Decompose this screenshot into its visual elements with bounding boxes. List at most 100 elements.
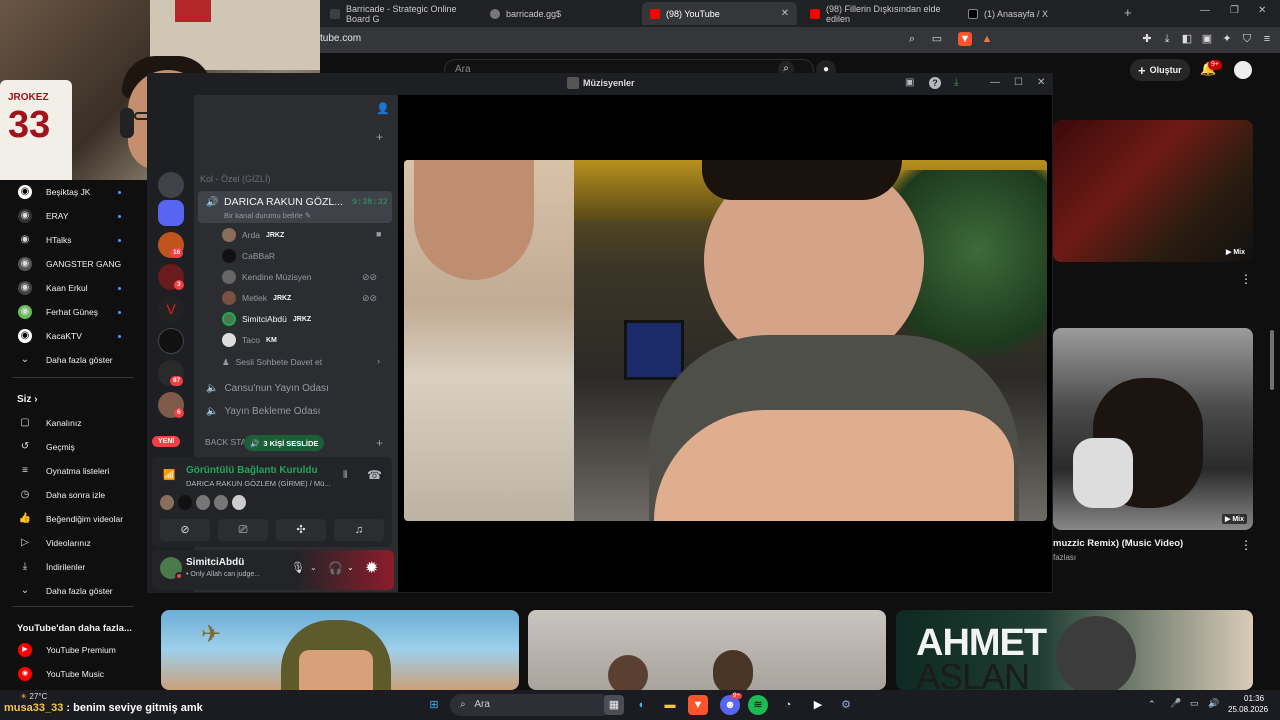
sidebar-item-your-videos[interactable]: ▷ Videolarınız bbox=[0, 531, 146, 555]
video-thumbnail[interactable] bbox=[528, 610, 886, 690]
brave-icon[interactable]: ▼ bbox=[688, 695, 708, 715]
sidebar-item-htalks[interactable]: ◉ HTalks bbox=[0, 228, 146, 252]
popout-icon[interactable]: ▣ bbox=[905, 77, 914, 88]
task-view-icon[interactable]: ▦ bbox=[604, 695, 624, 715]
more-options-icon[interactable]: ⋮ bbox=[1240, 272, 1252, 286]
media-player-icon[interactable]: ▶ bbox=[808, 695, 828, 715]
camera-off-button[interactable]: ⊘ bbox=[160, 519, 210, 541]
activities-button[interactable]: ✣ bbox=[276, 519, 326, 541]
windows-start-icon[interactable]: ⊞ bbox=[424, 695, 444, 715]
microphone-icon[interactable]: 🎙 bbox=[291, 561, 305, 574]
add-channel-icon[interactable]: + bbox=[376, 130, 383, 144]
brave-shield-icon[interactable]: ▼ bbox=[958, 32, 972, 46]
video-title[interactable]: muzzic Remix) (Music Video) bbox=[1053, 538, 1183, 549]
taskbar-search[interactable]: ⌕ Ara bbox=[450, 694, 612, 716]
video-thumbnail[interactable]: ✈ bbox=[161, 610, 519, 690]
menu-icon[interactable]: ≡ bbox=[1260, 32, 1274, 46]
update-download-icon[interactable]: ⤓ bbox=[954, 77, 958, 88]
sidebar-show-more-you[interactable]: ⌄ Daha fazla göster bbox=[0, 579, 146, 603]
scrollbar-thumb[interactable] bbox=[1270, 330, 1274, 390]
cast-icon[interactable]: ▭ bbox=[930, 32, 944, 46]
video-thumbnail[interactable]: ▶ Mix bbox=[1053, 328, 1253, 530]
maximize-icon[interactable]: ☐ bbox=[1014, 77, 1023, 88]
spotify-icon[interactable]: ≋ bbox=[748, 695, 768, 715]
create-button[interactable]: + Oluştur bbox=[1130, 59, 1190, 81]
minimize-icon[interactable]: — bbox=[1200, 5, 1210, 16]
settings-gear-icon[interactable]: ✹ bbox=[365, 558, 378, 578]
you-section-header[interactable]: Siz › bbox=[17, 394, 38, 405]
download-icon[interactable]: ⤓ bbox=[1160, 32, 1174, 46]
add-channel-icon[interactable]: + bbox=[376, 436, 383, 450]
invite-to-voice[interactable]: ♟ Sesli Sohbete Davet et bbox=[222, 353, 322, 371]
voice-member-speaking[interactable]: SimitciAbdü JRKZ bbox=[222, 310, 311, 328]
microphone-icon[interactable]: 🎤 bbox=[1170, 698, 1181, 709]
category-backstage[interactable]: BACK STA bbox=[205, 437, 246, 447]
sidebar-item-eray[interactable]: ◉ ERAY bbox=[0, 204, 146, 228]
minimize-icon[interactable]: — bbox=[990, 77, 1000, 88]
rtc-status[interactable]: Görüntülü Bağlantı Kuruldu bbox=[186, 465, 318, 476]
avatar[interactable] bbox=[1234, 61, 1252, 79]
tab-barricade-gg[interactable]: barricade.gg$ bbox=[482, 2, 632, 25]
url-field[interactable]: tube.com bbox=[320, 33, 361, 44]
chevron-down-icon[interactable]: ⌄ bbox=[310, 563, 317, 572]
sidebar-item-liked-videos[interactable]: 👍 Beğendiğim videolar bbox=[0, 507, 146, 531]
vpn-icon[interactable]: ⛉ bbox=[1240, 32, 1254, 46]
voice-member[interactable]: CaBBaR bbox=[222, 247, 275, 265]
sidebar-item-youtube-premium[interactable]: ▶ YouTube Premium bbox=[0, 638, 146, 662]
disconnect-icon[interactable]: ☎ bbox=[367, 468, 382, 482]
server-icon-active[interactable] bbox=[158, 200, 184, 226]
server-icon[interactable] bbox=[158, 172, 184, 198]
sidebar-item-youtube-music[interactable]: ◉ YouTube Music bbox=[0, 662, 146, 686]
voice-channel-cansu[interactable]: 🔈 Cansu'nun Yayın Odası bbox=[200, 383, 329, 394]
valorant-icon[interactable]: V bbox=[158, 296, 184, 322]
chevron-down-icon[interactable]: ⌄ bbox=[347, 563, 354, 572]
sidebar-item-downloads[interactable]: ⤓ İndirilenler bbox=[0, 555, 146, 579]
voice-count-pill[interactable]: 🔊 3 KİŞİ SESLİDE bbox=[244, 435, 325, 451]
clock-date[interactable]: 25.08.2026 bbox=[1228, 705, 1268, 714]
noise-icon[interactable]: ⦀ bbox=[343, 470, 347, 481]
volume-icon[interactable]: 🔊 bbox=[1208, 698, 1219, 709]
tab-youtube[interactable]: (98) YouTube ✕ bbox=[642, 2, 797, 25]
sidebar-item-gangster-gang[interactable]: ◉ GANGSTER GANG bbox=[0, 252, 146, 276]
sidebar-icon[interactable]: ◧ bbox=[1180, 32, 1194, 46]
sidebar-show-more-subs[interactable]: ⌄ Daha fazla göster bbox=[0, 348, 146, 372]
voice-member[interactable]: Metlek JRKZ bbox=[222, 289, 291, 307]
username[interactable]: SimitciAbdü bbox=[186, 557, 244, 568]
clock-time[interactable]: 01:36 bbox=[1244, 694, 1264, 703]
headphones-icon[interactable]: 🎧 bbox=[328, 561, 343, 575]
file-explorer-icon[interactable]: ▬ bbox=[660, 695, 680, 715]
close-icon[interactable]: ✕ bbox=[1037, 77, 1045, 88]
video-thumbnail[interactable]: ▶ Mix bbox=[1053, 120, 1253, 262]
leo-icon[interactable]: ✦ bbox=[1220, 32, 1234, 46]
sidebar-item-kaan-erkul[interactable]: ◉ Kaan Erkul bbox=[0, 276, 146, 300]
chevron-up-icon[interactable]: ⌃ bbox=[1148, 699, 1156, 710]
wallet-icon[interactable]: ▣ bbox=[1200, 32, 1214, 46]
soundboard-button[interactable]: ♫ bbox=[334, 519, 384, 541]
sidebar-item-besiktas[interactable]: ◉ Beşiktaş JK bbox=[0, 180, 146, 204]
screen-share-button[interactable]: ⎚ bbox=[218, 519, 268, 541]
sidebar-item-ferhat-gunes[interactable]: ◉ Ferhat Güneş bbox=[0, 300, 146, 324]
close-window-icon[interactable]: ✕ bbox=[1258, 5, 1266, 16]
zoom-icon[interactable]: ⌕ bbox=[905, 32, 919, 46]
weather-widget[interactable]: ☀ 27°C bbox=[20, 692, 47, 701]
new-tab-button[interactable]: + bbox=[1124, 5, 1132, 20]
sidebar-item-kacaktv[interactable]: ◉ KacaKTV bbox=[0, 324, 146, 348]
voice-channel-kol[interactable]: Kol - Özel (GİZLİ) bbox=[200, 174, 271, 184]
restore-icon[interactable]: ❐ bbox=[1230, 5, 1239, 16]
settings-icon[interactable]: ⚙ bbox=[836, 695, 856, 715]
video-thumbnail[interactable]: AHMET ASLAN bbox=[896, 610, 1253, 690]
sidebar-item-playlists[interactable]: ≡ Oynatma listeleri bbox=[0, 459, 146, 483]
tab-youtube-2[interactable]: (98) Fillerin Dışkısından elde edilen bbox=[802, 2, 952, 25]
voice-member[interactable]: Arda JRKZ bbox=[222, 226, 284, 244]
tab-barricade[interactable]: Barricade - Strategic Online Board G bbox=[322, 2, 472, 25]
sidebar-item-watch-later[interactable]: ◷ Daha sonra izle bbox=[0, 483, 146, 507]
server-icon[interactable] bbox=[158, 328, 184, 354]
edge-icon[interactable]: ◐ bbox=[632, 695, 652, 715]
more-options-icon[interactable]: ⋮ bbox=[1240, 538, 1252, 552]
network-icon[interactable]: ▭ bbox=[1190, 698, 1199, 709]
sidebar-item-your-channel[interactable]: ▢ Kanalınız bbox=[0, 411, 146, 435]
voice-channel-waiting[interactable]: 🔈 Yayın Bekleme Odası bbox=[200, 406, 320, 417]
rewards-icon[interactable]: ▲ bbox=[980, 32, 994, 46]
close-tab-icon[interactable]: ✕ bbox=[781, 8, 789, 19]
screen-share-video[interactable] bbox=[404, 160, 1047, 521]
